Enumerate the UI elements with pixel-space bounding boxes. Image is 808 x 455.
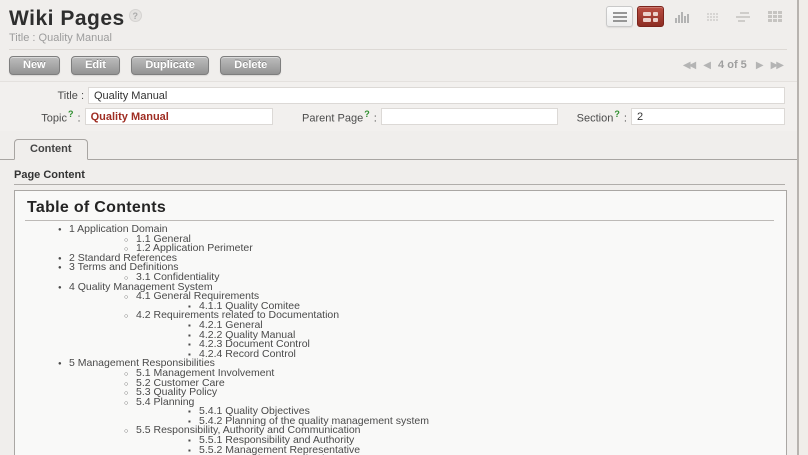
parent-page-help-icon[interactable]: ? — [364, 109, 370, 119]
gantt-icon — [736, 12, 752, 22]
title-label: Title : — [0, 90, 84, 102]
record-subtitle: Title : Quality Manual — [9, 32, 787, 50]
kanban-view-button[interactable] — [761, 6, 788, 27]
view-switcher — [606, 6, 788, 27]
form-panel: Title : Topic? : Parent Page? : Section?… — [0, 81, 797, 131]
toc-item: 4.2.1 General — [25, 321, 774, 331]
topic-help-icon[interactable]: ? — [68, 109, 74, 119]
first-record-icon[interactable]: ◀◀ — [683, 60, 694, 71]
toc-item: 5.5.2 Management Representative — [25, 446, 774, 455]
gantt-view-button[interactable] — [730, 6, 757, 27]
new-button[interactable]: New — [9, 56, 60, 75]
wiki-pages-window: Wiki Pages? Title : Quality Manual — [0, 0, 799, 455]
list-icon — [613, 12, 627, 22]
pager-text: 4 of 5 — [718, 59, 747, 71]
delete-button[interactable]: Delete — [220, 56, 281, 75]
section-input[interactable] — [631, 108, 785, 125]
toolbar: New Edit Duplicate Delete ◀◀ ◀ 4 of 5 ▶ … — [0, 50, 797, 81]
kanban-icon — [768, 11, 782, 22]
last-record-icon[interactable]: ▶▶ — [771, 60, 782, 71]
next-record-icon[interactable]: ▶ — [756, 60, 762, 71]
topic-input[interactable] — [85, 108, 274, 125]
page-content-area: Table of Contents 1 Application Domain1.… — [14, 190, 787, 455]
parent-page-label: Parent Page? : — [273, 109, 377, 125]
title-input[interactable] — [88, 87, 785, 104]
toc-item: 4.2.3 Document Control — [25, 340, 774, 350]
topic-label: Topic? : — [0, 109, 81, 125]
tab-content[interactable]: Content — [14, 139, 88, 160]
calendar-icon — [707, 13, 718, 21]
toc-title: Table of Contents — [25, 197, 774, 221]
toc-item: 5.5.1 Responsibility and Authority — [25, 436, 774, 446]
toc-item: 4.2 Requirements related to Documentatio… — [25, 311, 774, 321]
toc-item: 5.4 Planning — [25, 398, 774, 408]
topic-row: Topic? : Parent Page? : Section? : — [0, 108, 785, 125]
header: Wiki Pages? Title : Quality Manual — [0, 0, 797, 50]
previous-record-icon[interactable]: ◀ — [703, 60, 709, 71]
help-icon[interactable]: ? — [129, 9, 142, 22]
graph-view-button[interactable] — [668, 6, 695, 27]
toc-item: 5.5 Responsibility, Authority and Commun… — [25, 426, 774, 436]
section-help-icon[interactable]: ? — [614, 109, 620, 119]
edit-button[interactable]: Edit — [71, 56, 120, 75]
toc-item: 4.1 General Requirements — [25, 292, 774, 302]
form-icon — [643, 12, 658, 22]
page-content-separator: Page Content — [14, 169, 785, 185]
page-title: Wiki Pages — [9, 7, 125, 31]
duplicate-button[interactable]: Duplicate — [131, 56, 209, 75]
parent-page-input[interactable] — [381, 108, 558, 125]
tab-bar: Content — [0, 138, 797, 160]
form-view-button[interactable] — [637, 6, 664, 27]
calendar-view-button[interactable] — [699, 6, 726, 27]
title-row: Title : — [0, 87, 785, 104]
section-label: Section? : — [558, 109, 627, 125]
toc-item: 4.2.2 Quality Manual — [25, 331, 774, 341]
bar-chart-icon — [675, 11, 689, 23]
toc-list: 1 Application Domain1.1 General1.2 Appli… — [25, 225, 774, 455]
list-view-button[interactable] — [606, 6, 633, 27]
record-pager: ◀◀ ◀ 4 of 5 ▶ ▶▶ — [680, 59, 785, 71]
